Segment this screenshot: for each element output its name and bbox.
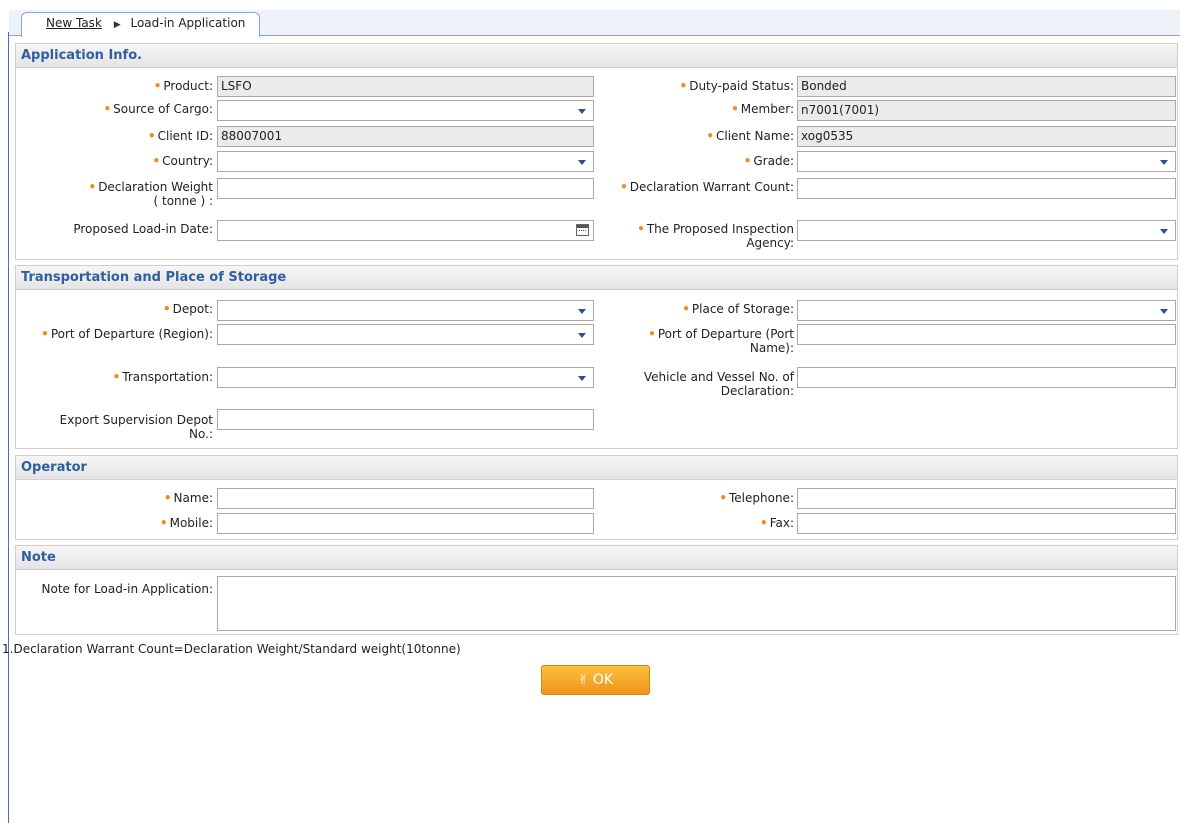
operator-name-label: • Name: <box>163 491 213 505</box>
ok-button-label: OK <box>592 672 614 688</box>
inspection-agency-select[interactable] <box>797 220 1176 241</box>
note-label: Note for Load-in Application: <box>41 582 214 596</box>
grade-select[interactable] <box>797 151 1176 172</box>
export-depot-label: Export Supervision Depot No.: <box>59 413 213 441</box>
member-field[interactable]: n7001(7001) <box>797 100 1176 121</box>
depot-label: • Depot: <box>162 302 213 316</box>
country-label: • Country: <box>152 154 213 168</box>
section-transportation: Transportation and Place of Storage • Dep… <box>15 265 1178 449</box>
declaration-warrant-count-label: • Declaration Warrant Count: <box>620 180 794 194</box>
depot-select[interactable] <box>217 300 594 321</box>
mobile-label: • Mobile: <box>159 516 213 530</box>
section-operator: Operator • Name: • Telephone: • Mobile: • Fa… <box>15 455 1178 540</box>
calendar-icon[interactable] <box>576 224 589 236</box>
operator-name-input[interactable] <box>217 488 594 509</box>
section-title-transportation: Transportation and Place of Storage <box>16 266 1177 290</box>
country-select[interactable] <box>217 151 594 172</box>
load-in-date-label: Proposed Load-in Date: <box>73 222 213 236</box>
duty-status-field[interactable]: Bonded <box>797 76 1176 97</box>
fax-label: • Fax: <box>760 516 794 530</box>
duty-status-label: • Duty-paid Status: <box>679 79 794 93</box>
client-name-label: • Client Name: <box>706 129 794 143</box>
load-in-date-input[interactable] <box>217 220 594 241</box>
product-field[interactable]: LSFO <box>217 76 594 97</box>
declaration-weight-label: • Declaration Weight ( tonne ) : <box>88 180 213 208</box>
ok-button[interactable]: ✌ OK <box>541 665 650 695</box>
client-name-field[interactable]: xog0535 <box>797 126 1176 147</box>
inspection-agency-label: • The Proposed Inspection Agency: <box>637 222 794 250</box>
vehicle-vessel-input[interactable] <box>797 367 1176 388</box>
port-region-select[interactable] <box>217 324 594 345</box>
declaration-warrant-count-input[interactable] <box>797 178 1176 199</box>
footnote: 1.Declaration Warrant Count=Declaration … <box>2 642 461 656</box>
tab-load-in-application[interactable]: New Task ▶ Load-in Application <box>21 12 261 37</box>
section-application-info: Application Info. • Product: LSFO • Duty-p… <box>15 43 1178 260</box>
section-title-application-info: Application Info. <box>16 44 1177 68</box>
breadcrumb-current: Load-in Application <box>130 16 246 30</box>
declaration-weight-input[interactable] <box>217 178 594 199</box>
vehicle-vessel-label: Vehicle and Vessel No. of Declaration: <box>643 370 794 398</box>
section-title-operator: Operator <box>16 456 1177 480</box>
note-textarea[interactable] <box>217 576 1176 631</box>
port-name-input[interactable] <box>797 324 1176 345</box>
mobile-input[interactable] <box>217 513 594 534</box>
source-of-cargo-label: • Source of Cargo: <box>103 102 213 116</box>
fax-input[interactable] <box>797 513 1176 534</box>
place-of-storage-select[interactable] <box>797 300 1176 321</box>
port-name-label: • Port of Departure (Port Name): <box>648 327 794 355</box>
grade-label: • Grade: <box>743 154 794 168</box>
transportation-select[interactable] <box>217 367 594 388</box>
telephone-input[interactable] <box>797 488 1176 509</box>
member-label: • Member: <box>731 102 794 116</box>
export-depot-input[interactable] <box>217 409 594 430</box>
telephone-label: • Telephone: <box>719 491 794 505</box>
hand-pointer-icon: ✌ <box>577 673 589 688</box>
transportation-label: • Transportation: <box>112 370 213 384</box>
section-title-note: Note <box>16 546 1177 570</box>
client-id-label: • Client ID: <box>147 129 213 143</box>
place-of-storage-label: • Place of Storage: <box>682 302 794 316</box>
section-note: Note Note for Load-in Application: <box>15 545 1178 635</box>
product-label: • Product: <box>153 79 213 93</box>
breadcrumb-arrow-icon: ▶ <box>113 20 121 30</box>
port-region-label: • Port of Departure (Region): <box>41 327 213 341</box>
breadcrumb-new-task-link[interactable]: New Task <box>46 16 102 30</box>
tab-bar: New Task ▶ Load-in Application <box>9 10 1180 37</box>
left-frame-rule <box>8 32 9 823</box>
client-id-field[interactable]: 88007001 <box>217 126 594 147</box>
source-of-cargo-select[interactable] <box>217 100 594 121</box>
